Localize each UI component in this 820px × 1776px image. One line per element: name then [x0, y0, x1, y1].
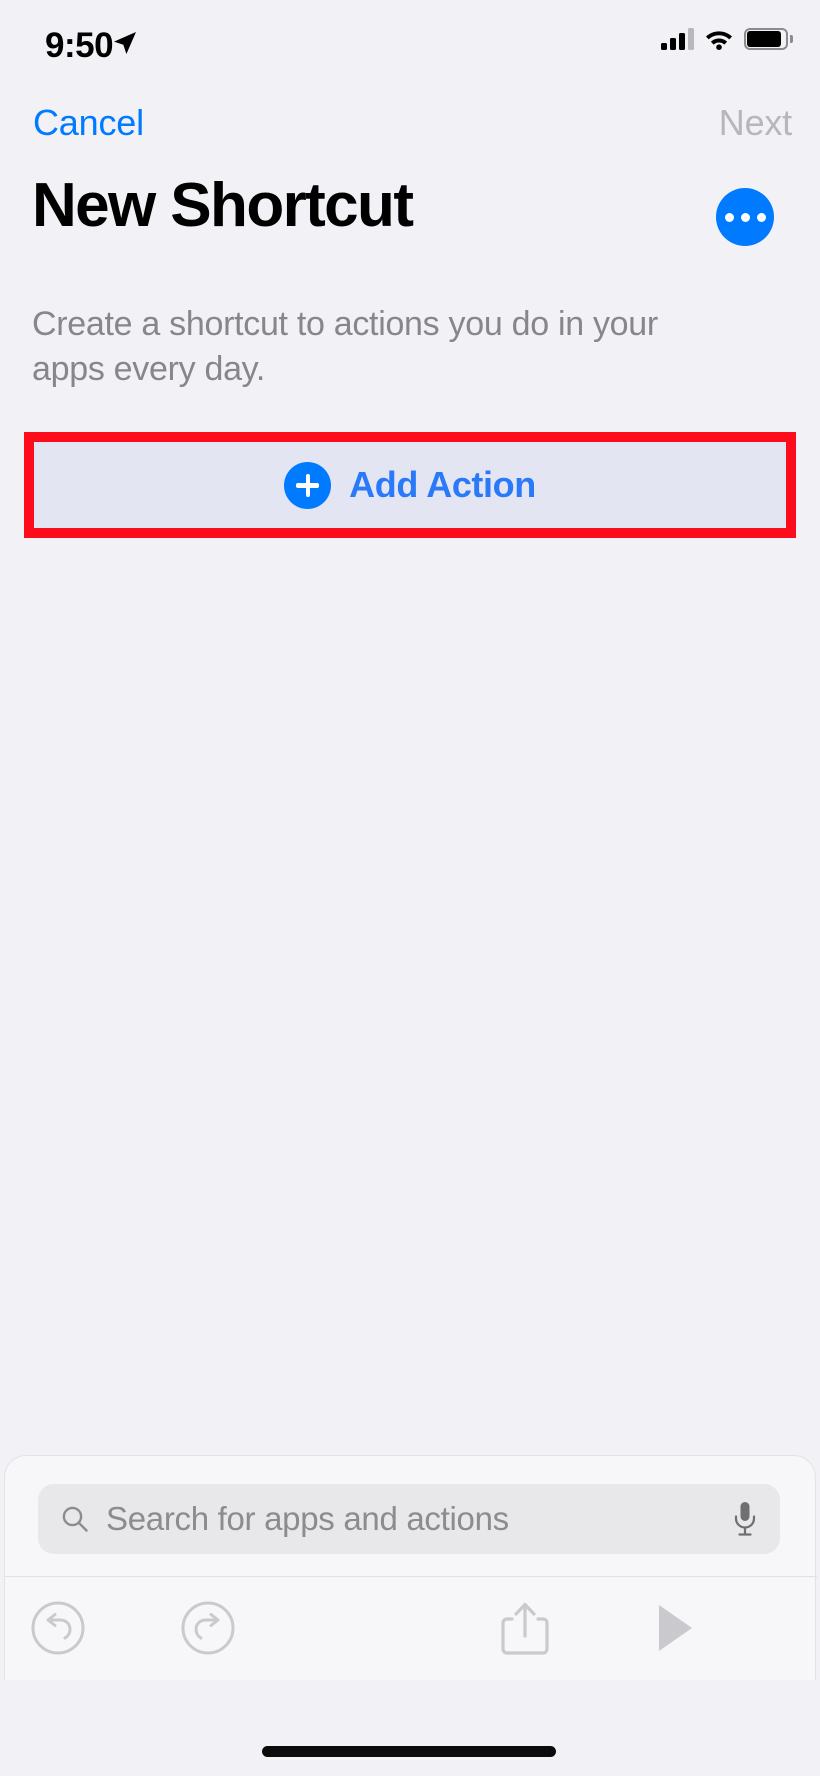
shortcut-description: Create a shortcut to actions you do in y…	[32, 305, 658, 388]
play-icon	[659, 1605, 692, 1651]
microphone-icon[interactable]	[732, 1500, 758, 1538]
page-title: New Shortcut	[32, 171, 414, 240]
share-button[interactable]	[488, 1591, 562, 1665]
add-action-button[interactable]: Add Action	[34, 442, 786, 528]
search-input[interactable]	[106, 1500, 732, 1538]
location-arrow-icon	[114, 32, 136, 54]
cellular-signal-icon	[661, 28, 694, 50]
ellipsis-dot	[724, 212, 734, 222]
redo-button[interactable]	[171, 1591, 245, 1665]
share-icon	[501, 1602, 549, 1655]
navigation-bar: Cancel Next	[0, 96, 820, 166]
bottom-toolbar	[5, 1577, 817, 1680]
ellipsis-dot	[740, 212, 750, 222]
search-icon	[62, 1506, 88, 1532]
shortcuts-new-shortcut-screen: 9:50 Cancel Next New Shortcut Create a s…	[0, 0, 820, 1776]
wifi-icon	[706, 31, 732, 50]
ellipsis-icon[interactable]	[716, 188, 774, 246]
search-field[interactable]	[38, 1484, 780, 1554]
ellipsis-dot	[756, 212, 766, 222]
status-bar: 9:50	[0, 0, 820, 88]
cancel-button[interactable]: Cancel	[33, 102, 144, 144]
add-action-label: Add Action	[349, 464, 536, 505]
plus-circle-icon	[284, 461, 332, 509]
home-indicator	[262, 1746, 556, 1757]
battery-full-icon	[744, 28, 793, 50]
redo-icon	[181, 1601, 235, 1655]
status-indicators	[661, 28, 793, 50]
undo-icon	[31, 1601, 85, 1655]
next-button[interactable]: Next	[719, 102, 792, 144]
status-time: 9:50	[45, 26, 114, 65]
action-search-panel	[4, 1455, 817, 1680]
run-button[interactable]	[637, 1591, 711, 1665]
undo-button[interactable]	[21, 1591, 95, 1665]
